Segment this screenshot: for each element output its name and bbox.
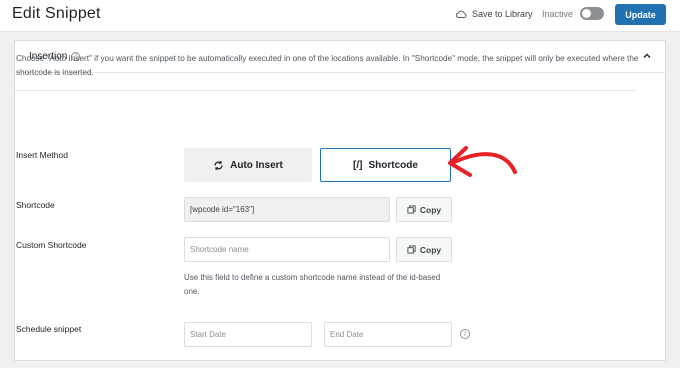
end-date-placeholder: End Date xyxy=(330,330,364,339)
custom-shortcode-label: Custom Shortcode xyxy=(16,240,87,250)
shortcode-icon: [/] xyxy=(353,159,363,171)
header-bar: Edit Snippet Save to Library Inactive Up… xyxy=(0,0,680,32)
custom-shortcode-placeholder: Shortcode name xyxy=(190,245,249,254)
divider xyxy=(14,90,636,91)
copy-shortcode-button[interactable]: Copy xyxy=(396,197,452,222)
shortcode-button[interactable]: [/] Shortcode xyxy=(320,148,451,182)
copy-label: Copy xyxy=(419,204,442,215)
panel-description: Choose "Auto Insert" if you want the sni… xyxy=(16,54,639,77)
toggle-knob xyxy=(582,9,591,18)
copy-icon xyxy=(407,245,416,254)
auto-insert-label: Auto Insert xyxy=(230,159,283,171)
start-date-input[interactable]: Start Date xyxy=(184,322,312,347)
shortcode-label-row: Shortcode xyxy=(16,200,55,210)
start-date-placeholder: Start Date xyxy=(190,330,227,339)
copy-label: Copy xyxy=(419,244,442,255)
end-date-input[interactable]: End Date xyxy=(324,322,452,347)
shortcode-field[interactable]: [wpcode id="163"] xyxy=(184,197,390,222)
save-to-library-label: Save to Library xyxy=(472,9,533,19)
copy-custom-shortcode-button[interactable]: Copy xyxy=(396,237,452,262)
schedule-label: Schedule snippet xyxy=(16,324,82,334)
custom-shortcode-hint: Use this field to define a custom shortc… xyxy=(184,273,441,296)
active-toggle[interactable] xyxy=(580,7,604,20)
refresh-icon xyxy=(214,160,223,170)
shortcode-value: [wpcode id="163"] xyxy=(190,205,255,214)
schedule-help-icon[interactable]: ? xyxy=(460,329,470,339)
custom-shortcode-input[interactable]: Shortcode name xyxy=(184,237,390,262)
insert-method-label: Insert Method xyxy=(16,150,68,160)
chevron-up-icon[interactable] xyxy=(642,51,652,61)
status-label: Inactive xyxy=(542,9,574,19)
save-to-library-button[interactable]: Save to Library xyxy=(455,9,533,19)
shortcode-label: Shortcode xyxy=(368,159,418,171)
copy-icon xyxy=(407,205,416,214)
auto-insert-button[interactable]: Auto Insert xyxy=(184,148,312,182)
update-button[interactable]: Update xyxy=(615,4,666,25)
page-title: Edit Snippet xyxy=(12,5,101,22)
cloud-icon xyxy=(455,10,467,18)
